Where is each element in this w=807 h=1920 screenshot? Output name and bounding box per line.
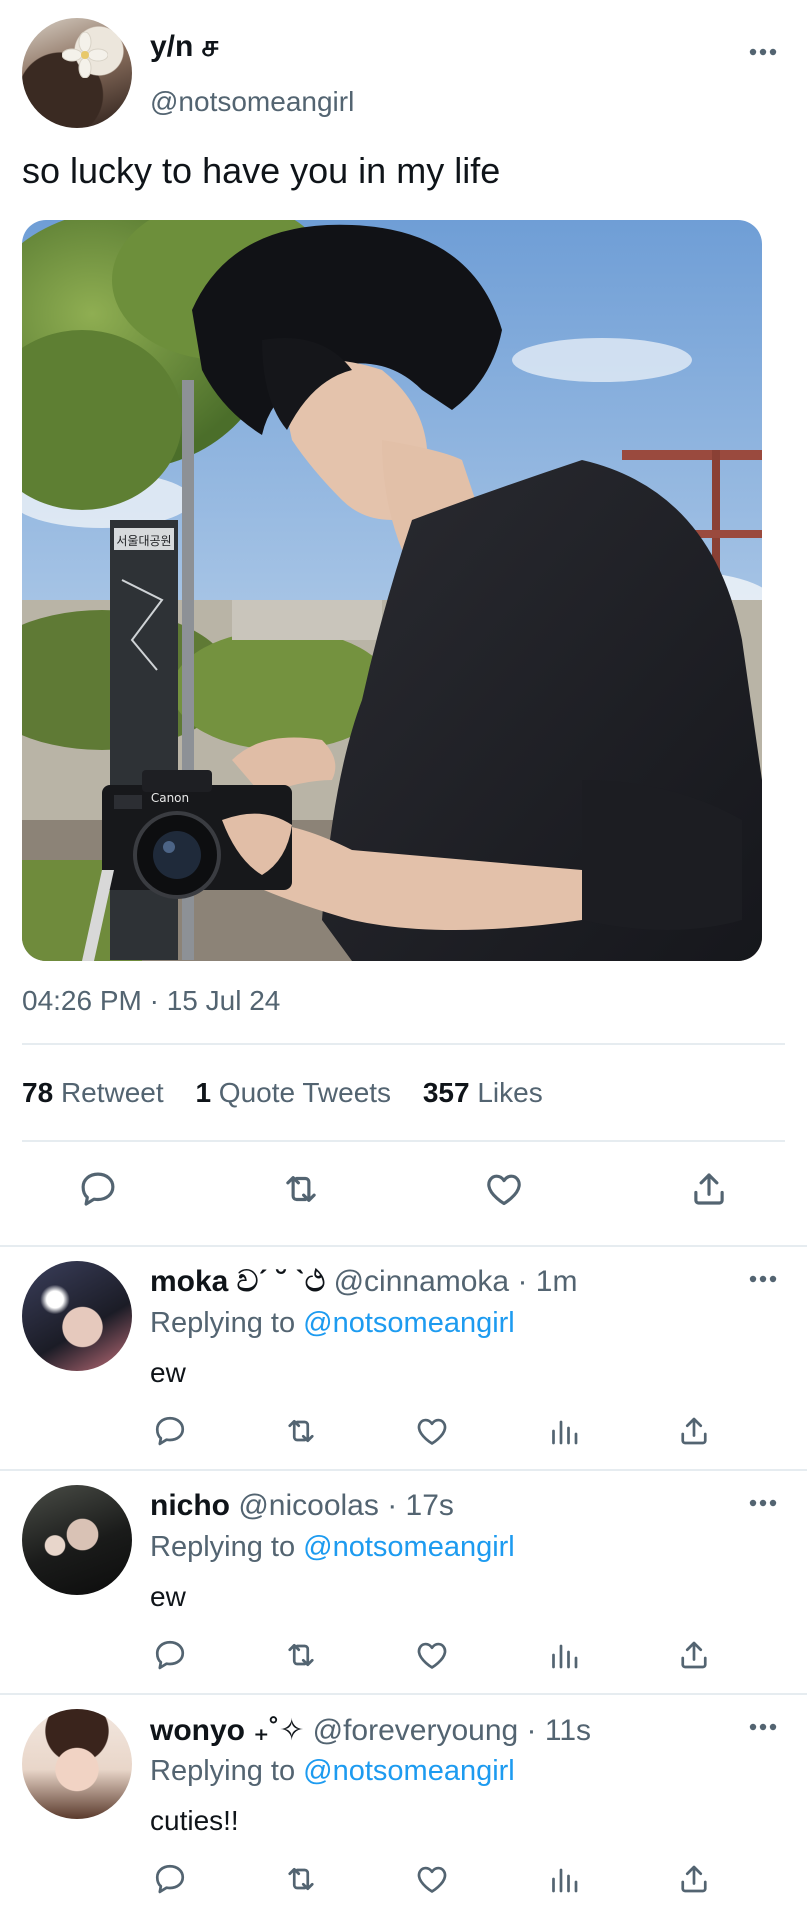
reply-icon[interactable] [152,1861,188,1897]
reply-item[interactable]: wonyo ₊˚✧ @foreveryoung · 11s Replying t… [0,1695,807,1920]
analytics-icon[interactable] [546,1413,582,1449]
reply-text: ew [150,1357,186,1388]
author-name[interactable]: y/n ச [150,30,218,68]
reply-avatar[interactable] [22,1709,132,1819]
retweet-icon[interactable] [282,1637,320,1673]
flower-icon [62,32,108,78]
reply-icon[interactable] [152,1637,188,1673]
reply-author-handle[interactable]: @foreveryoung [313,1714,519,1747]
camera-brand-label: Canon [151,791,189,805]
retweet-count-value: 78 [22,1077,54,1108]
reply-author-name[interactable]: nicho [150,1489,230,1522]
reply-header: nicho @nicoolas · 17s [150,1489,454,1523]
like-icon[interactable] [483,1168,525,1210]
replying-to-label: Replying to [150,1755,296,1787]
reply-author-name[interactable]: wonyo ₊˚✧ [150,1714,304,1747]
reply-author-handle[interactable]: @nicoolas [238,1489,379,1522]
more-options-icon[interactable] [748,1274,778,1284]
replying-to: Replying to @notsomeangirl [150,1755,515,1788]
reply-action-bar [0,1861,807,1911]
main-tweet: y/n ச @notsomeangirl so lucky to have yo… [0,0,807,1245]
more-options-icon[interactable] [748,1722,778,1732]
reply-header: moka වˊ ˘ ˋථ @cinnamoka · 1m [150,1265,577,1299]
sign-title: 서울대공원 [116,534,171,548]
replying-to-label: Replying to [150,1531,296,1563]
reply-time[interactable]: 11s [545,1714,591,1747]
like-count-label: Likes [477,1077,543,1108]
like-icon[interactable] [414,1413,450,1449]
reply-action-bar [0,1637,807,1687]
reply-time[interactable]: 17s [406,1489,454,1522]
tweet-stats: 78 Retweet 1 Quote Tweets 357 Likes [22,1077,567,1109]
like-count[interactable]: 357 Likes [423,1077,543,1108]
reply-item[interactable]: moka වˊ ˘ ˋථ @cinnamoka · 1m Replying to… [0,1247,807,1469]
replying-to-mention[interactable]: @notsomeangirl [303,1307,515,1339]
like-icon[interactable] [414,1637,450,1673]
more-options-icon[interactable] [748,1498,778,1508]
quote-count-label: Quote Tweets [218,1077,392,1108]
retweet-icon[interactable] [282,1861,320,1897]
share-icon[interactable] [676,1413,712,1449]
quote-count-value: 1 [195,1077,212,1108]
author-avatar[interactable] [22,18,132,128]
divider [22,1043,785,1045]
retweet-count[interactable]: 78 Retweet [22,1077,164,1108]
retweet-icon[interactable] [282,1413,320,1449]
reply-author-name[interactable]: moka වˊ ˘ ˋථ [150,1265,325,1298]
tweet-action-bar [0,1168,807,1218]
reply-header: wonyo ₊˚✧ @foreveryoung · 11s [150,1713,591,1748]
photo-scene: 서울대공원 Canon [22,220,762,961]
reply-avatar[interactable] [22,1485,132,1595]
reply-icon[interactable] [77,1168,119,1210]
analytics-icon[interactable] [546,1861,582,1897]
replying-to: Replying to @notsomeangirl [150,1531,515,1564]
reply-text: ew [150,1581,186,1612]
tweet-photo[interactable]: 서울대공원 Canon [22,220,762,961]
more-options-icon[interactable] [748,47,778,57]
reply-icon[interactable] [152,1413,188,1449]
divider [22,1140,785,1142]
tweet-text: so lucky to have you in my life [22,150,501,191]
dot-separator: · [378,1489,406,1522]
reply-avatar[interactable] [22,1261,132,1371]
share-icon[interactable] [676,1861,712,1897]
replying-to-label: Replying to [150,1307,296,1339]
replying-to-mention[interactable]: @notsomeangirl [303,1755,515,1787]
replying-to-mention[interactable]: @notsomeangirl [303,1531,515,1563]
replying-to: Replying to @notsomeangirl [150,1307,515,1340]
retweet-count-label: Retweet [60,1077,164,1108]
quote-count[interactable]: 1 Quote Tweets [195,1077,391,1108]
dot-separator: · [509,1265,536,1298]
reply-time[interactable]: 1m [536,1265,578,1298]
tweet-timestamp[interactable]: 04:26 PM · 15 Jul 24 [22,985,280,1017]
retweet-icon[interactable] [279,1168,323,1210]
share-icon[interactable] [688,1168,730,1210]
like-icon[interactable] [414,1861,450,1897]
reply-text: cuties!! [150,1805,239,1836]
dot-separator: · [518,1714,545,1747]
author-handle[interactable]: @notsomeangirl [150,86,354,118]
share-icon[interactable] [676,1637,712,1673]
reply-author-handle[interactable]: @cinnamoka [334,1265,510,1298]
analytics-icon[interactable] [546,1637,582,1673]
like-count-value: 357 [422,1077,470,1108]
reply-item[interactable]: nicho @nicoolas · 17s Replying to @notso… [0,1471,807,1693]
reply-action-bar [0,1413,807,1463]
